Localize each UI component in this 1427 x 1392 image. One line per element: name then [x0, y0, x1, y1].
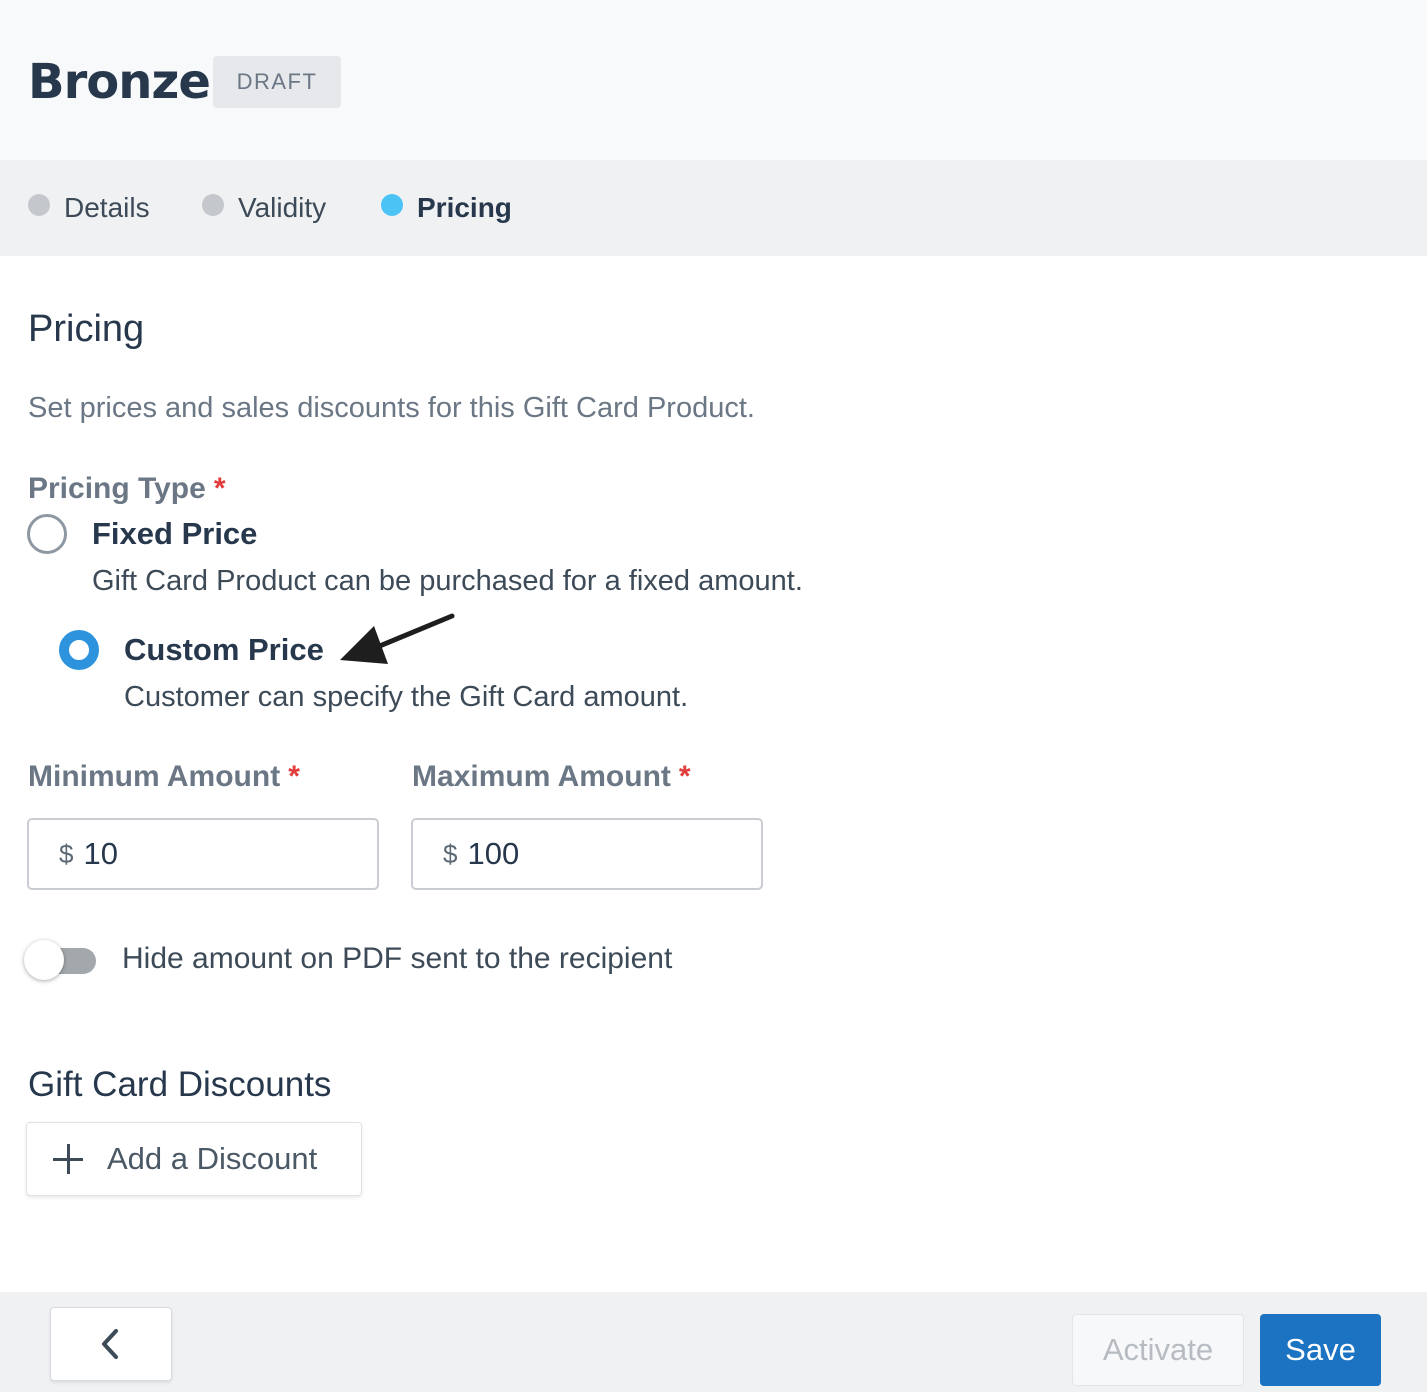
maximum-amount-input[interactable] — [467, 836, 708, 872]
custom-price-radio[interactable] — [59, 630, 99, 670]
step-label: Validity — [238, 192, 327, 223]
field-label-text: Pricing Type — [28, 472, 206, 505]
pricing-type-label: Pricing Type * — [28, 472, 226, 506]
chevron-left-icon — [102, 1329, 118, 1359]
step-validity[interactable]: Validity — [202, 160, 326, 256]
toggle-knob — [24, 940, 64, 980]
minimum-amount-label: Minimum Amount * — [28, 760, 300, 794]
custom-price-description: Customer can specify the Gift Card amoun… — [124, 681, 689, 713]
hide-amount-toggle[interactable] — [24, 940, 98, 980]
step-indicator-dot — [381, 194, 403, 216]
step-label: Details — [64, 192, 150, 223]
discounts-title: Gift Card Discounts — [28, 1065, 332, 1104]
step-indicator-dot — [28, 194, 50, 216]
section-description: Set prices and sales discounts for this … — [28, 392, 755, 424]
minimum-amount-field[interactable]: $ — [27, 818, 379, 890]
page-title: Bronze — [28, 54, 211, 110]
currency-symbol: $ — [59, 838, 74, 869]
currency-symbol: $ — [443, 838, 458, 869]
required-marker: * — [213, 472, 226, 505]
section-title: Pricing — [28, 308, 145, 350]
page-header: Bronze DRAFT — [0, 0, 1427, 160]
activate-button[interactable]: Activate — [1072, 1314, 1244, 1386]
plus-icon — [51, 1142, 85, 1176]
required-marker: * — [678, 760, 691, 793]
step-label: Pricing — [417, 192, 512, 223]
step-indicator-dot — [202, 194, 224, 216]
step-pricing[interactable]: Pricing — [381, 160, 512, 256]
annotation-arrow-icon — [340, 613, 455, 664]
fixed-price-title[interactable]: Fixed Price — [92, 516, 257, 552]
fixed-price-description: Gift Card Product can be purchased for a… — [92, 565, 803, 597]
field-label-text: Minimum Amount — [28, 760, 281, 793]
hide-amount-toggle-label[interactable]: Hide amount on PDF sent to the recipient — [122, 942, 672, 976]
maximum-amount-field[interactable]: $ — [411, 818, 763, 890]
back-button[interactable] — [50, 1307, 172, 1381]
maximum-amount-label: Maximum Amount * — [412, 760, 691, 794]
save-button[interactable]: Save — [1260, 1314, 1381, 1386]
add-discount-button[interactable]: Add a Discount — [26, 1122, 362, 1196]
fixed-price-radio[interactable] — [27, 514, 67, 554]
required-marker: * — [288, 760, 300, 793]
field-label-text: Maximum Amount — [412, 760, 671, 793]
add-discount-label: Add a Discount — [107, 1141, 318, 1176]
status-badge: DRAFT — [213, 56, 341, 108]
step-details[interactable]: Details — [28, 160, 150, 256]
step-navigation: Details Validity Pricing — [0, 160, 1427, 256]
minimum-amount-input[interactable] — [83, 836, 324, 872]
custom-price-title[interactable]: Custom Price — [124, 632, 324, 668]
